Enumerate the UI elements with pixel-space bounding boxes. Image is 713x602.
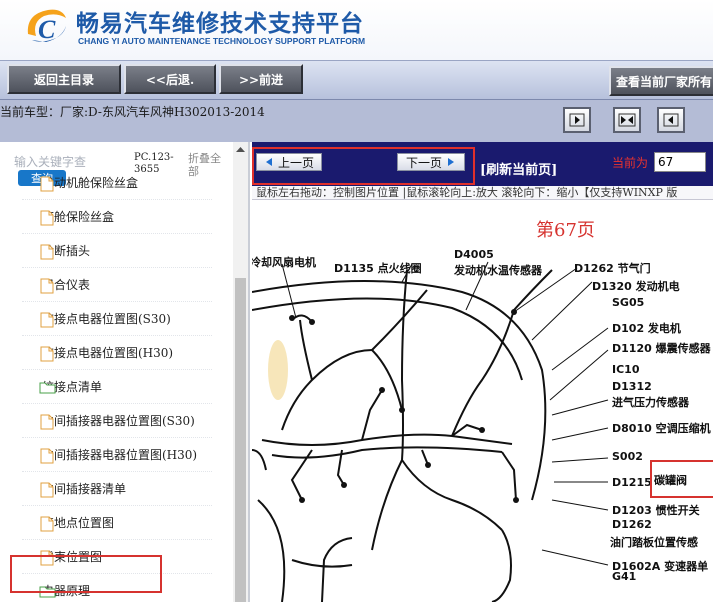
page-number-input[interactable] (654, 152, 706, 172)
diagram-label: D4005 (454, 248, 494, 261)
diagram-label: SG05 (612, 296, 645, 309)
tree-item-label: 发动机舱保险丝盒 (42, 176, 139, 190)
tree-item-label: 中间插接器电器位置图(S30) (42, 414, 195, 428)
back-button[interactable]: <<后退. (124, 64, 216, 94)
tree-item-label: 绞接点电器位置图(H30) (42, 346, 174, 360)
forward-button[interactable]: >>前进 (219, 64, 303, 94)
file-icon (40, 414, 54, 430)
diagram-label: D102 发电机 (612, 322, 681, 335)
tree-item[interactable]: 中间插接器电器位置图(H30) (22, 438, 212, 472)
hint-bar: 鼠标左右拖动：控制图片位置 |鼠标滚轮向上:放大 滚轮向下：缩小【仅支持WINX… (252, 186, 713, 200)
layout-right-button[interactable] (563, 107, 591, 133)
tree-item[interactable]: 座舱保险丝盒 (22, 200, 212, 234)
layout-left-button[interactable] (657, 107, 685, 133)
refresh-page-link[interactable]: [刷新当前页] (480, 159, 557, 178)
file-icon (40, 176, 54, 192)
file-icon (40, 278, 54, 294)
tree-item[interactable]: 中间插接器电器位置图(S30) (22, 404, 212, 438)
component-highlight (650, 460, 713, 498)
folder-icon (39, 382, 56, 394)
vendor-all-button[interactable]: 查看当前厂家所有 (609, 66, 713, 96)
diagram-label: D1135 点火线圈 (334, 262, 422, 275)
diagram-label: 冷却风扇电机 (252, 256, 316, 269)
header-banner: C 畅易汽车维修技术支持平台 CHANG YI AUTO MAINTENANCE… (0, 0, 713, 60)
usage-hint: 鼠标左右拖动：控制图片位置 |鼠标滚轮向上:放大 滚轮向下：缩小【仅支持WINX… (256, 186, 678, 199)
collapse-left-icon (569, 113, 585, 127)
diagram-label: D1262 节气门 (574, 262, 651, 275)
tree-item-label: 中间插接器电器位置图(H30) (42, 448, 198, 462)
svg-text:C: C (38, 15, 56, 44)
next-page-button[interactable]: 下一页 (397, 153, 465, 171)
page-heading: 第67页 (536, 220, 595, 241)
tree-item[interactable]: 绞接点电器位置图(S30) (22, 302, 212, 336)
app-title: 畅易汽车维修技术支持平台 (76, 11, 364, 37)
layout-split-button[interactable] (613, 107, 641, 133)
tree-item[interactable]: 接地点位置图 (22, 506, 212, 540)
current-page-label: 当前为 (612, 156, 649, 170)
diagram-label: D1120 爆震传感器 (612, 342, 711, 355)
split-view-icon (618, 113, 636, 127)
file-icon (40, 482, 54, 498)
toolbar: 返回主目录 <<后退. >>前进 查看当前厂家所有 (0, 60, 713, 100)
diagram-label: S002 (612, 450, 643, 463)
tree-item[interactable]: 中间插接器清单 (22, 472, 212, 506)
tree-item-label: 绞接点电器位置图(S30) (42, 312, 171, 326)
file-icon (40, 312, 54, 328)
arrow-right-icon (448, 158, 454, 166)
diagram-label: D1312 (612, 380, 652, 393)
selection-highlight (10, 555, 162, 593)
prev-page-label: 上一页 (277, 155, 314, 170)
tree-item[interactable]: 诊断插头 (22, 234, 212, 268)
tree-item[interactable]: 组合仪表 (22, 268, 212, 302)
info-bar: 当前车型：厂家:D-东风汽车风神H302013-2014 (0, 100, 713, 142)
sidebar: 查询 PC.123-3655 折叠全部 发动机舱保险丝盒 座舱保险丝盒 诊断插头… (0, 142, 250, 602)
diagram-label: 进气压力传感器 (612, 396, 689, 409)
file-icon (40, 210, 54, 226)
file-icon (40, 346, 54, 362)
diagram-label: D1320 发动机电 (592, 280, 680, 293)
diagram-label: D1262 (612, 518, 652, 531)
next-page-label: 下一页 (405, 155, 442, 170)
file-icon (40, 244, 54, 260)
collapse-right-icon (663, 113, 679, 127)
diagram-label: IC10 (612, 363, 640, 376)
diagram-label: G41 (612, 570, 637, 583)
tree-item-label: 中间插接器清单 (42, 482, 127, 496)
home-button[interactable]: 返回主目录 (7, 64, 121, 94)
file-icon (40, 516, 54, 532)
tree-item[interactable]: 绞接点电器位置图(H30) (22, 336, 212, 370)
app-subtitle: CHANG YI AUTO MAINTENANCE TECHNOLOGY SUP… (78, 36, 366, 46)
diagram-label: 发动机水温传感器 (454, 264, 542, 277)
file-icon (40, 448, 54, 464)
tree-item[interactable]: 绞接点清单 (22, 370, 212, 404)
logo-icon: C (27, 9, 66, 44)
scroll-up-arrow-icon[interactable] (233, 144, 248, 156)
diagram-label: 油门踏板位置传感 (610, 536, 698, 549)
prev-page-button[interactable]: 上一页 (256, 153, 322, 171)
diagram-label: D1203 惯性开关 (612, 504, 700, 517)
wiring-diagram[interactable]: 第67页 冷却风扇电机 D1135 点火线圈 D4005 发动机水温传感器 D1… (252, 200, 713, 602)
scroll-thumb[interactable] (235, 278, 246, 602)
sidebar-scrollbar[interactable] (233, 142, 248, 602)
current-car-model: 当前车型：厂家:D-东风汽车风神H302013-2014 (0, 105, 265, 119)
diagram-label: D8010 空调压缩机 (612, 422, 711, 435)
diagram-label: D1215 (612, 476, 652, 489)
arrow-left-icon (265, 158, 272, 166)
tree-item[interactable]: 发动机舱保险丝盒 (22, 166, 212, 200)
